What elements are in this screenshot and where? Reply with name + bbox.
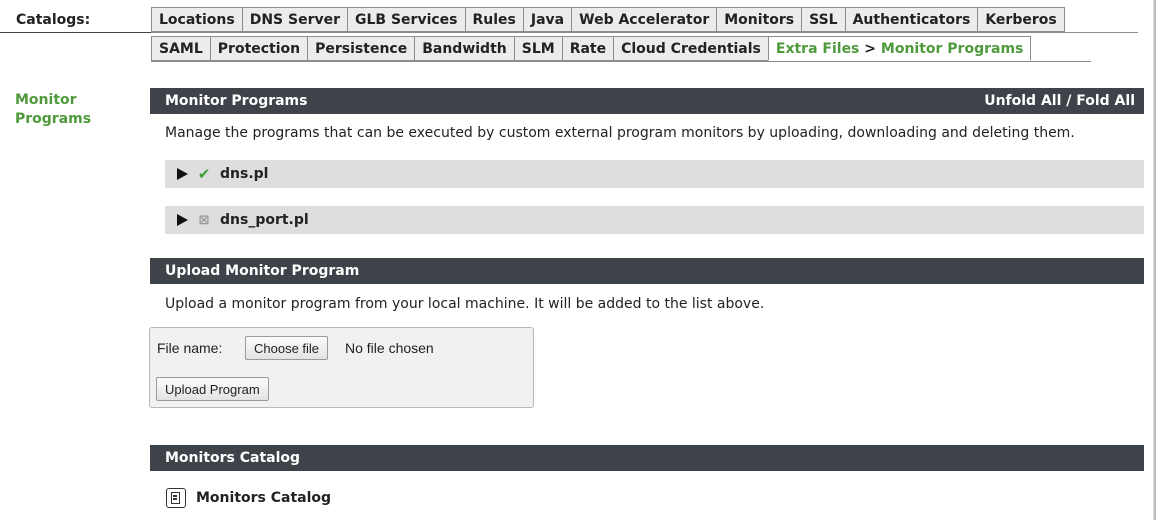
catalog-icon[interactable] (166, 488, 186, 508)
check-icon: ✔ (197, 165, 211, 183)
tabs-row2-divider (151, 61, 1091, 62)
expand-triangle-icon[interactable] (177, 214, 188, 226)
upload-form: File name: Choose file No file chosen Up… (149, 327, 534, 408)
catalog-tabs-row-2: SAML Protection Persistence Bandwidth SL… (151, 36, 1032, 61)
upload-program-button[interactable]: Upload Program (156, 377, 269, 401)
monitors-catalog-header: Monitors Catalog (150, 445, 1144, 471)
tab-rate[interactable]: Rate (561, 36, 615, 61)
expand-triangle-icon[interactable] (177, 168, 188, 180)
cross-icon: ⊠ (198, 212, 210, 228)
program-name: dns.pl (220, 166, 269, 182)
monitor-programs-title: Monitor Programs (165, 93, 308, 109)
tab-kerberos[interactable]: Kerberos (977, 7, 1065, 32)
upload-description: Upload a monitor program from your local… (165, 296, 765, 312)
tab-rules[interactable]: Rules (464, 7, 524, 32)
monitor-programs-header: Monitor Programs Unfold All / Fold All (150, 88, 1144, 114)
choose-file-button[interactable]: Choose file (245, 336, 329, 360)
catalogs-label: Catalogs: (16, 12, 91, 28)
tab-slm[interactable]: SLM (513, 36, 563, 61)
tab-persistence[interactable]: Persistence (307, 36, 416, 61)
header-divider (0, 32, 152, 33)
tab-cloud-credentials[interactable]: Cloud Credentials (613, 36, 769, 61)
monitor-programs-description: Manage the programs that can be executed… (165, 125, 1075, 141)
tab-locations[interactable]: Locations (151, 7, 243, 32)
program-row-dns-port-pl[interactable]: ⊠ dns_port.pl (165, 206, 1144, 234)
monitors-catalog-title: Monitors Catalog (165, 450, 301, 466)
tab-extra-files-label: Extra Files (775, 40, 860, 57)
tab-web-accelerator[interactable]: Web Accelerator (571, 7, 718, 32)
tab-monitor-programs-label: Monitor Programs (880, 40, 1024, 57)
page-title: Monitor Programs (15, 92, 92, 127)
tab-bandwidth[interactable]: Bandwidth (414, 36, 515, 61)
tab-java[interactable]: Java (522, 7, 573, 32)
tab-extra-files-monitor-programs[interactable]: Extra Files > Monitor Programs (767, 36, 1032, 61)
file-name-label: File name: (157, 340, 223, 356)
tab-ssl[interactable]: SSL (801, 7, 846, 32)
catalog-tabs-row-1: Locations DNS Server GLB Services Rules … (151, 7, 1065, 32)
tab-monitors[interactable]: Monitors (716, 7, 803, 32)
tab-dns-server[interactable]: DNS Server (241, 7, 349, 32)
program-name: dns_port.pl (220, 212, 309, 228)
upload-monitor-program-title: Upload Monitor Program (165, 263, 360, 279)
program-row-dns-pl[interactable]: ✔ dns.pl (165, 160, 1144, 188)
tab-glb-services[interactable]: GLB Services (347, 7, 466, 32)
tab-protection[interactable]: Protection (209, 36, 309, 61)
monitors-catalog-link[interactable]: Monitors Catalog (196, 490, 331, 506)
no-file-chosen-text: No file chosen (345, 340, 434, 356)
tab-saml[interactable]: SAML (151, 36, 211, 61)
upload-monitor-program-header: Upload Monitor Program (150, 258, 1144, 284)
unfold-fold-all-link[interactable]: Unfold All / Fold All (984, 93, 1135, 109)
tab-authenticators[interactable]: Authenticators (844, 7, 979, 32)
breadcrumb-separator: > (864, 40, 877, 57)
tabs-row1-divider (151, 32, 1138, 33)
